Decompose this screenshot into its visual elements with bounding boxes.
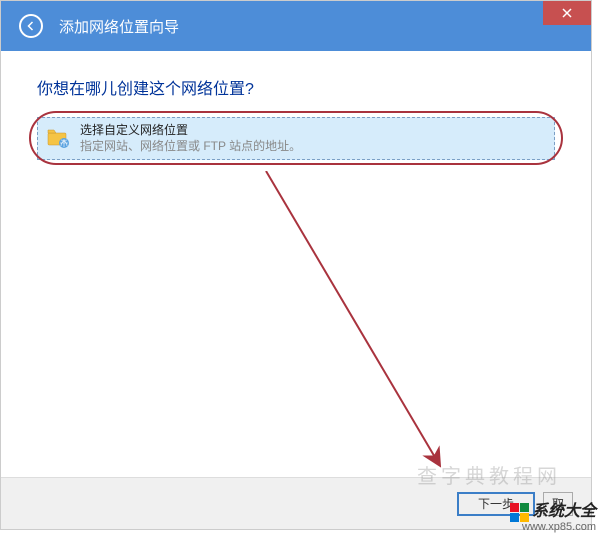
option-container: 选择自定义网络位置 指定网站、网络位置或 FTP 站点的地址。 bbox=[37, 117, 555, 160]
wizard-question: 你想在哪儿创建这个网络位置? bbox=[37, 75, 555, 99]
watermark: 系统大全 www.xp85.com bbox=[510, 497, 596, 533]
windows-logo-icon bbox=[510, 502, 529, 521]
back-button[interactable] bbox=[19, 14, 43, 38]
arrow-left-icon bbox=[25, 20, 37, 32]
custom-location-option[interactable]: 选择自定义网络位置 指定网站、网络位置或 FTP 站点的地址。 bbox=[37, 117, 555, 160]
close-icon bbox=[562, 8, 572, 18]
window-title: 添加网络位置向导 bbox=[59, 16, 179, 37]
option-description: 指定网站、网络位置或 FTP 站点的地址。 bbox=[80, 139, 546, 155]
option-text-group: 选择自定义网络位置 指定网站、网络位置或 FTP 站点的地址。 bbox=[80, 123, 546, 154]
faint-watermark: 查字典教程网 bbox=[417, 460, 561, 489]
titlebar: 添加网络位置向导 bbox=[1, 1, 591, 51]
wizard-window: 添加网络位置向导 你想在哪儿创建这个网络位置? 选 bbox=[0, 0, 592, 530]
option-title: 选择自定义网络位置 bbox=[80, 123, 546, 139]
close-button[interactable] bbox=[543, 1, 591, 25]
watermark-brand: 系统大全 bbox=[510, 497, 596, 521]
watermark-url: www.xp85.com bbox=[510, 521, 596, 533]
content-area: 你想在哪儿创建这个网络位置? 选择自定义网络位置 指定网站、网络位置或 FTP … bbox=[1, 51, 591, 477]
folder-network-icon bbox=[46, 125, 70, 149]
